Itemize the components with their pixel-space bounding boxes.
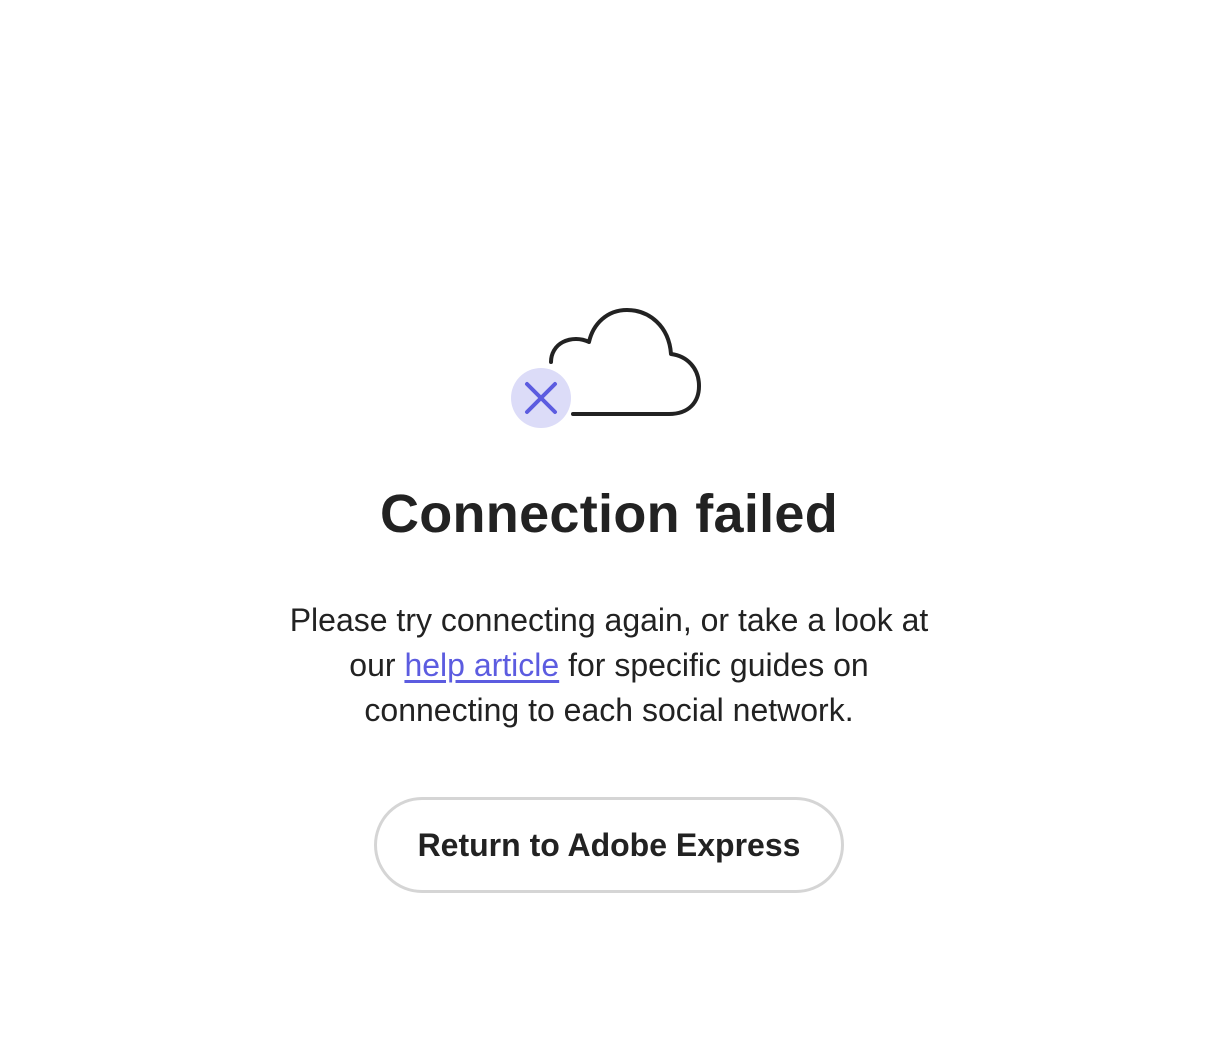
error-message: Please try connecting again, or take a l… [269,598,949,733]
connection-failed-illustration [509,306,709,432]
close-icon [511,368,571,428]
return-to-adobe-express-button[interactable]: Return to Adobe Express [374,797,844,893]
connection-failed-panel: Connection failed Please try connecting … [0,0,1218,893]
help-article-link[interactable]: help article [404,647,559,683]
page-title: Connection failed [379,484,839,544]
